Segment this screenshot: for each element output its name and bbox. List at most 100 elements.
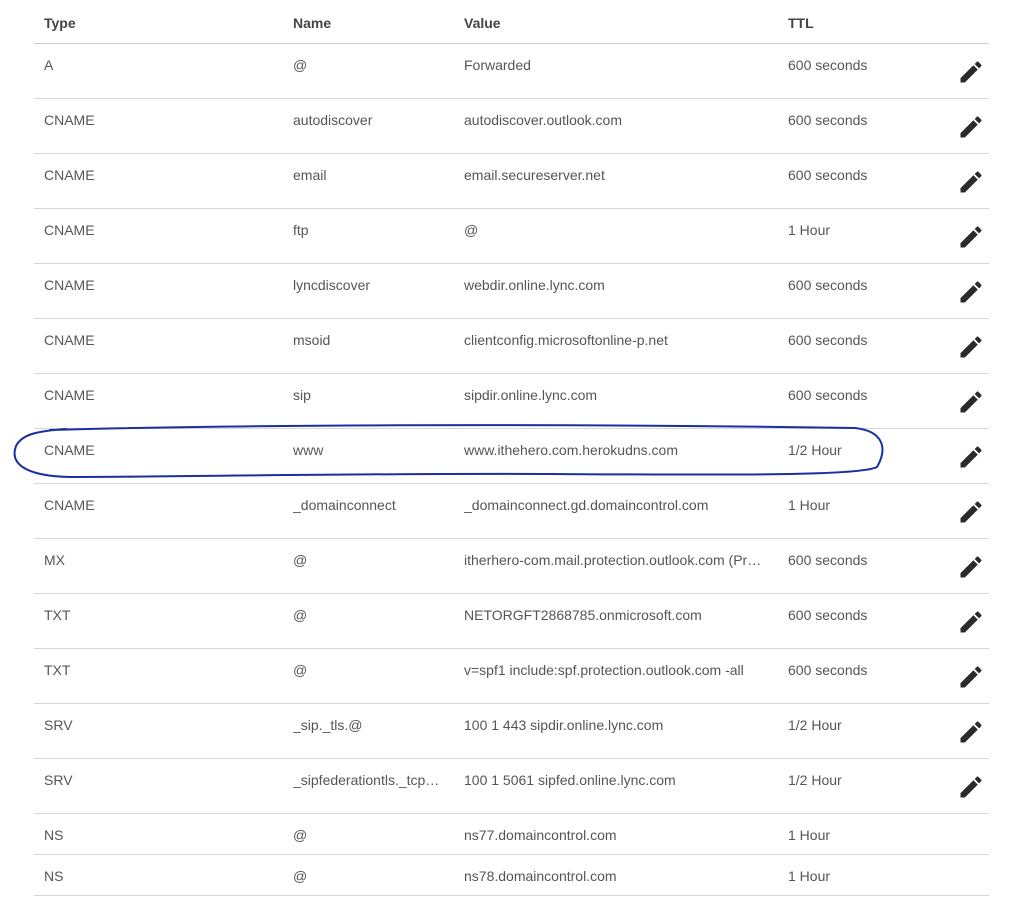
dns-records-table: Type Name Value TTL A @ Forwarded 600 se… (34, 0, 989, 896)
record-name: @ (293, 868, 308, 884)
record-value: www.ithehero.com.herokudns.com (464, 442, 678, 458)
table-row: MX @ itherhero-com.mail.protection.outlo… (34, 539, 989, 594)
record-type: CNAME (44, 167, 95, 183)
table-row: CNAME email email.secureserver.net 600 s… (34, 154, 989, 209)
record-type: NS (44, 827, 64, 843)
header-type: Type (44, 15, 76, 31)
edit-record-button[interactable] (954, 277, 988, 307)
record-value: itherhero-com.mail.protection.outlook.co… (464, 552, 762, 568)
record-name: autodiscover (293, 112, 373, 128)
table-row: NS @ ns77.domaincontrol.com 1 Hour (34, 814, 989, 855)
pencil-icon (960, 281, 982, 303)
record-ttl: 600 seconds (788, 112, 868, 128)
record-ttl: 1/2 Hour (788, 442, 842, 458)
record-name: sip (293, 387, 311, 403)
table-row: CNAME autodiscover autodiscover.outlook.… (34, 99, 989, 154)
record-type: SRV (44, 717, 73, 733)
record-name: @ (293, 57, 308, 73)
record-name: lyncdiscover (293, 277, 371, 293)
record-name: @ (293, 827, 308, 843)
record-type: CNAME (44, 442, 95, 458)
record-type: CNAME (44, 112, 95, 128)
header-name: Name (293, 15, 332, 31)
header-value: Value (464, 15, 501, 31)
record-value: sipdir.online.lync.com (464, 387, 598, 403)
edit-record-button[interactable] (954, 607, 988, 637)
edit-record-button[interactable] (954, 167, 988, 197)
record-name: www (293, 442, 324, 458)
table-row: NS @ ns78.domaincontrol.com 1 Hour (34, 855, 989, 896)
record-ttl: 1 Hour (788, 497, 831, 513)
table-row: TXT @ v=spf1 include:spf.protection.outl… (34, 649, 989, 704)
record-name: _domainconnect (293, 497, 396, 513)
table-row: CNAME sip sipdir.online.lync.com 600 sec… (34, 374, 989, 429)
record-name: _sipfederationtls._tcp… (293, 772, 440, 788)
table-header: Type Name Value TTL (34, 0, 989, 44)
record-type: A (44, 57, 54, 73)
record-value: NETORGFT2868785.onmicrosoft.com (464, 607, 702, 623)
pencil-icon (960, 611, 982, 633)
record-name: ftp (293, 222, 309, 238)
table-row: CNAME lyncdiscover webdir.online.lync.co… (34, 264, 989, 319)
record-name: _sip._tls.@ (293, 717, 363, 733)
pencil-icon (960, 446, 982, 468)
record-ttl: 1 Hour (788, 827, 831, 843)
record-type: SRV (44, 772, 73, 788)
edit-record-button[interactable] (954, 772, 988, 802)
table-row: SRV _sip._tls.@ 100 1 443 sipdir.online.… (34, 704, 989, 759)
edit-record-button[interactable] (954, 442, 988, 472)
record-ttl: 600 seconds (788, 387, 868, 403)
pencil-icon (960, 391, 982, 413)
record-ttl: 1/2 Hour (788, 717, 842, 733)
pencil-icon (960, 556, 982, 578)
table-row: SRV _sipfederationtls._tcp… 100 1 5061 s… (34, 759, 989, 814)
edit-record-button[interactable] (954, 112, 988, 142)
record-name: @ (293, 607, 308, 623)
table-row: CNAME msoid clientconfig.microsoftonline… (34, 319, 989, 374)
record-ttl: 600 seconds (788, 167, 868, 183)
edit-record-button[interactable] (954, 552, 988, 582)
pencil-icon (960, 501, 982, 523)
record-type: TXT (44, 607, 71, 623)
edit-record-button[interactable] (954, 387, 988, 417)
edit-record-button[interactable] (954, 57, 988, 87)
edit-record-button[interactable] (954, 497, 988, 527)
record-ttl: 1 Hour (788, 868, 831, 884)
record-ttl: 600 seconds (788, 662, 868, 678)
edit-record-button[interactable] (954, 222, 988, 252)
record-value: clientconfig.microsoftonline-p.net (464, 332, 668, 348)
table-row: TXT @ NETORGFT2868785.onmicrosoft.com 60… (34, 594, 989, 649)
pencil-icon (960, 776, 982, 798)
record-type: CNAME (44, 332, 95, 348)
record-name: @ (293, 552, 308, 568)
record-value: v=spf1 include:spf.protection.outlook.co… (464, 662, 744, 678)
header-ttl: TTL (788, 15, 814, 31)
table-row-highlighted: CNAME www www.ithehero.com.herokudns.com… (34, 429, 989, 484)
record-name: email (293, 167, 327, 183)
record-type: CNAME (44, 387, 95, 403)
edit-record-button[interactable] (954, 717, 988, 747)
record-value: @ (464, 222, 479, 238)
record-ttl: 600 seconds (788, 57, 868, 73)
pencil-icon (960, 61, 982, 83)
table-row: CNAME _domainconnect _domainconnect.gd.d… (34, 484, 989, 539)
record-value: email.secureserver.net (464, 167, 605, 183)
record-ttl: 600 seconds (788, 332, 868, 348)
record-name: @ (293, 662, 308, 678)
record-value: 100 1 443 sipdir.online.lync.com (464, 717, 664, 733)
pencil-icon (960, 116, 982, 138)
pencil-icon (960, 171, 982, 193)
record-value: 100 1 5061 sipfed.online.lync.com (464, 772, 676, 788)
record-value: ns77.domaincontrol.com (464, 827, 617, 843)
record-ttl: 600 seconds (788, 277, 868, 293)
pencil-icon (960, 336, 982, 358)
record-name: msoid (293, 332, 331, 348)
edit-record-button[interactable] (954, 332, 988, 362)
edit-record-button[interactable] (954, 662, 988, 692)
pencil-icon (960, 666, 982, 688)
record-type: TXT (44, 662, 71, 678)
record-type: CNAME (44, 222, 95, 238)
table-row: CNAME ftp @ 1 Hour (34, 209, 989, 264)
record-value: ns78.domaincontrol.com (464, 868, 617, 884)
record-type: MX (44, 552, 65, 568)
